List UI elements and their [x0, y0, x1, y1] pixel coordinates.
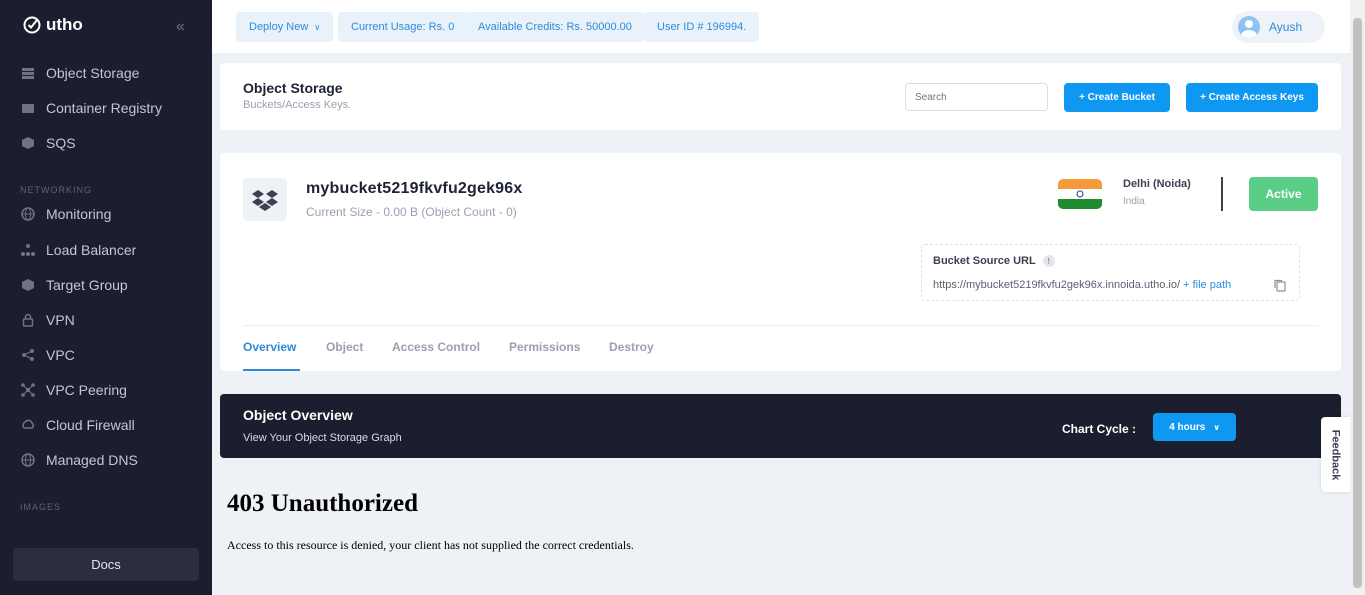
tab-destroy[interactable]: Destroy — [609, 340, 654, 354]
tab-access-control[interactable]: Access Control — [392, 340, 480, 354]
section-images: IMAGES — [20, 502, 62, 512]
avatar — [1238, 16, 1260, 38]
source-url: https://mybucket5219fkvfu2gek96x.innoida… — [933, 279, 1231, 291]
error-title: 403 Unauthorized — [227, 490, 418, 517]
load-balancer-icon — [20, 243, 35, 258]
flag-band-bottom — [1058, 199, 1102, 209]
user-id-chip: User ID # 196994. — [644, 12, 760, 42]
divider — [243, 325, 1318, 326]
create-access-keys-button[interactable]: + Create Access Keys — [1186, 83, 1318, 112]
share-icon — [20, 348, 35, 363]
flag-band-middle — [1058, 189, 1102, 199]
divider — [1221, 177, 1223, 211]
page-title: Object Storage — [243, 80, 343, 96]
copy-icon[interactable] — [1274, 279, 1286, 297]
container-icon — [20, 101, 35, 116]
source-url-label: Bucket Source URL ! — [933, 255, 1055, 267]
sidebar-item-label: Managed DNS — [46, 452, 138, 468]
overview-title: Object Overview — [243, 407, 353, 423]
bucket-card: mybucket5219fkvfu2gek96x Current Size - … — [220, 153, 1341, 371]
sidebar-item-monitoring[interactable]: Monitoring — [0, 199, 212, 229]
deploy-new-label: Deploy New — [249, 21, 309, 33]
chart-cycle-value: 4 hours — [1169, 421, 1206, 433]
firewall-icon — [20, 418, 35, 433]
sidebar-item-vpc-peering[interactable]: VPC Peering — [0, 375, 212, 405]
docs-button[interactable]: Docs — [13, 548, 199, 581]
info-icon[interactable]: ! — [1042, 255, 1055, 267]
feedback-tab[interactable]: Feedback — [1321, 417, 1350, 492]
sidebar-item-sqs[interactable]: SQS — [0, 128, 212, 158]
overview-subtitle: View Your Object Storage Graph — [243, 432, 402, 444]
sidebar-item-label: SQS — [46, 135, 76, 151]
sidebar-item-label: VPC — [46, 347, 75, 363]
sidebar-item-label: Monitoring — [46, 206, 112, 222]
create-bucket-button[interactable]: + Create Bucket — [1064, 83, 1170, 112]
sqs-icon — [20, 136, 35, 151]
target-group-icon — [20, 278, 35, 293]
page-header-card: Object Storage Buckets/Access Keys. + Cr… — [220, 63, 1341, 130]
sidebar-item-label: VPC Peering — [46, 382, 127, 398]
status-badge[interactable]: Active — [1249, 177, 1318, 211]
location-country: India — [1123, 196, 1145, 207]
topbar: Deploy New ∨ Current Usage: Rs. 0 Availa… — [212, 0, 1350, 53]
breadcrumb: Buckets/Access Keys. — [243, 99, 352, 111]
bucket-source-url-box: Bucket Source URL ! https://mybucket5219… — [921, 244, 1300, 301]
sidebar-item-load-balancer[interactable]: Load Balancer — [0, 235, 212, 265]
sidebar-item-cloud-firewall[interactable]: Cloud Firewall — [0, 410, 212, 440]
bucket-size: Current Size - 0.00 B (Object Count - 0) — [306, 205, 517, 219]
deploy-new-dropdown[interactable]: Deploy New ∨ — [236, 12, 334, 42]
globe-icon — [20, 207, 35, 222]
section-networking: NETWORKING — [20, 185, 92, 195]
peering-icon — [20, 383, 35, 398]
sidebar-item-label: Cloud Firewall — [46, 417, 135, 433]
ashoka-chakra-icon — [1076, 190, 1084, 198]
sidebar-item-container-registry[interactable]: Container Registry — [0, 93, 212, 123]
source-url-text: https://mybucket5219fkvfu2gek96x.innoida… — [933, 279, 1181, 291]
scrollbar-thumb[interactable] — [1353, 18, 1362, 588]
chevron-down-icon: ∨ — [1213, 422, 1220, 432]
sidebar-item-label: Load Balancer — [46, 242, 137, 258]
user-name: Ayush — [1269, 20, 1303, 34]
sidebar-item-vpc[interactable]: VPC — [0, 340, 212, 370]
sidebar-item-label: Container Registry — [46, 100, 162, 116]
sidebar: utho « Object Storage Container Registry… — [0, 0, 212, 595]
available-credits-chip: Available Credits: Rs. 50000.00 — [465, 12, 645, 42]
flag-band-top — [1058, 179, 1102, 189]
sidebar-item-target-group[interactable]: Target Group — [0, 270, 212, 300]
logo-icon — [23, 16, 41, 34]
tab-object[interactable]: Object — [326, 340, 363, 354]
scrollbar[interactable] — [1350, 0, 1365, 595]
sidebar-item-label: Target Group — [46, 277, 128, 293]
sidebar-item-label: VPN — [46, 312, 75, 328]
logo-text: utho — [46, 15, 83, 34]
bucket-name: mybucket5219fkvfu2gek96x — [306, 180, 523, 197]
object-storage-icon — [20, 66, 35, 81]
india-flag-icon — [1058, 179, 1102, 209]
utho-logo[interactable]: utho — [22, 15, 83, 35]
bucket-icon — [243, 178, 287, 221]
active-tab-indicator — [243, 369, 300, 371]
source-url-label-text: Bucket Source URL — [933, 255, 1036, 267]
current-usage-chip: Current Usage: Rs. 0 — [338, 12, 468, 42]
tab-permissions[interactable]: Permissions — [509, 340, 580, 354]
collapse-sidebar-icon[interactable]: « — [176, 18, 185, 36]
chart-cycle-dropdown[interactable]: 4 hours ∨ — [1153, 413, 1236, 441]
error-message: Access to this resource is denied, your … — [227, 538, 634, 552]
file-path-text: + file path — [1180, 279, 1232, 291]
sidebar-item-managed-dns[interactable]: Managed DNS — [0, 445, 212, 475]
chart-cycle-label: Chart Cycle : — [1062, 422, 1137, 436]
user-menu[interactable]: Ayush — [1232, 11, 1325, 43]
globe-icon — [20, 453, 35, 468]
search-input[interactable] — [905, 83, 1048, 111]
sidebar-item-label: Object Storage — [46, 65, 140, 81]
feedback-label: Feedback — [1329, 429, 1342, 480]
location-name: Delhi (Noida) — [1123, 178, 1191, 190]
object-overview-bar: Object Overview View Your Object Storage… — [220, 394, 1341, 458]
sidebar-item-vpn[interactable]: VPN — [0, 305, 212, 335]
lock-icon — [20, 313, 35, 328]
sidebar-item-object-storage[interactable]: Object Storage — [0, 58, 212, 88]
tab-overview[interactable]: Overview — [243, 340, 296, 354]
chevron-down-icon: ∨ — [314, 22, 321, 32]
